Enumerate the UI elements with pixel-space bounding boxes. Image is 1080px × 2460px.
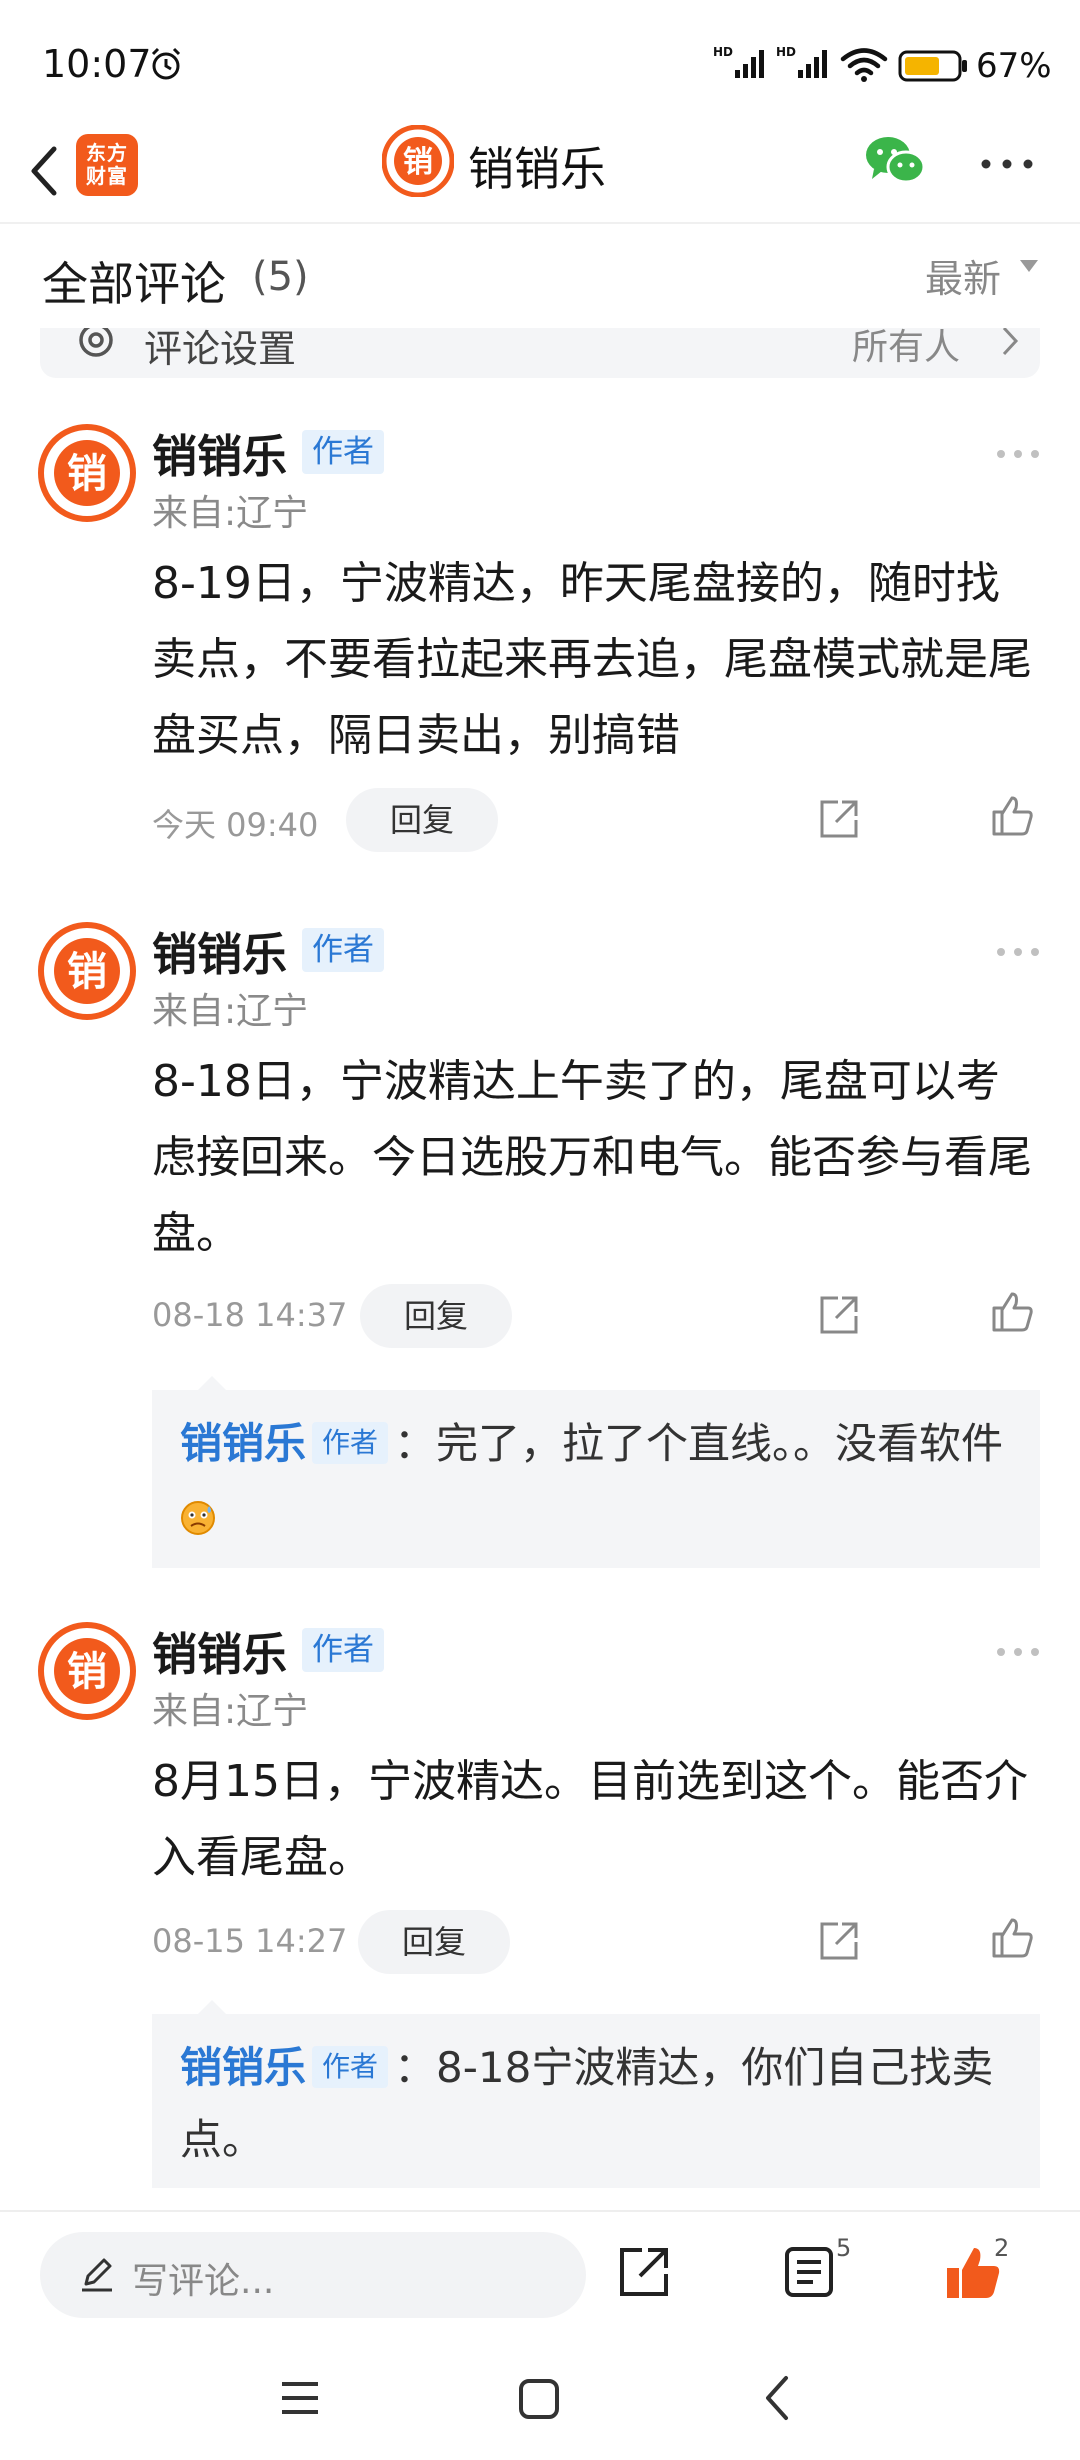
- emoji-sweat-icon: [180, 1486, 216, 1558]
- author-badge: 作者: [312, 1422, 389, 1464]
- signal-hd-icon: HD: [776, 44, 832, 84]
- brand-logo[interactable]: 东方财富: [76, 134, 138, 196]
- brand-logo-text: 东方财富: [86, 141, 128, 188]
- author-badge: 作者: [302, 1628, 384, 1672]
- more-icon[interactable]: [996, 942, 1040, 961]
- reply-author[interactable]: 销销乐: [180, 2043, 306, 2092]
- back-icon[interactable]: [20, 133, 70, 213]
- reply-pointer: [198, 1376, 226, 1390]
- comment-time: 08-15 14:27: [152, 1922, 348, 1960]
- commenter-location: 来自:辽宁: [152, 1691, 309, 1732]
- like-icon[interactable]: [990, 794, 1034, 842]
- commenter-name[interactable]: 销销乐: [152, 918, 287, 983]
- commenter-avatar[interactable]: 销: [38, 424, 136, 522]
- comment-text: 8月15日，宁波精达。目前选到这个。能否介入看尾盘。: [152, 1756, 1028, 1883]
- share-icon[interactable]: [818, 1294, 860, 1340]
- author-badge: 作者: [312, 2046, 389, 2088]
- comment-text: 8-18日，宁波精达上午卖了的，尾盘可以考虑接回来。今日选股万和电气。能否参与看…: [152, 1056, 1032, 1259]
- like-icon[interactable]: [990, 1916, 1034, 1964]
- status-time: 10:07: [42, 42, 152, 86]
- chevron-right-icon: [1000, 328, 1020, 362]
- reply-item[interactable]: 销销乐 作者 ：8-18宁波精达，你们自己找卖点。: [152, 2000, 1040, 2188]
- commenter-avatar[interactable]: 销: [38, 922, 136, 1020]
- reply-button[interactable]: 回复: [358, 1910, 511, 1974]
- svg-text:HD: HD: [713, 45, 733, 59]
- commenter-name[interactable]: 销销乐: [152, 420, 287, 485]
- like-count: 2: [994, 2234, 1010, 2262]
- more-icon[interactable]: [996, 444, 1040, 463]
- wifi-icon: [840, 48, 888, 86]
- svg-text:销: 销: [67, 451, 107, 497]
- write-comment-placeholder: 写评论...: [132, 2261, 275, 2302]
- wechat-icon[interactable]: [864, 135, 926, 191]
- battery-icon: [898, 50, 968, 86]
- svg-text:销: 销: [67, 949, 107, 995]
- signal-hd-icon: HD: [713, 44, 769, 84]
- comment-settings-bar[interactable]: 评论设置 所有人: [40, 328, 1040, 378]
- reply-content: 销销乐 作者 ：8-18宁波精达，你们自己找卖点。: [180, 2032, 1022, 2176]
- svg-text:销: 销: [403, 145, 433, 180]
- like-icon[interactable]: [990, 1290, 1034, 1338]
- comments-title: 全部评论: [42, 257, 226, 311]
- alarm-icon: [148, 46, 184, 82]
- battery-percentage: 67%: [976, 46, 1052, 86]
- reply-author[interactable]: 销销乐: [180, 1419, 306, 1468]
- page-title: 销销乐: [468, 142, 606, 196]
- write-comment-input[interactable]: 写评论...: [40, 2232, 586, 2318]
- comments-list-count: 5: [836, 2234, 852, 2262]
- share-icon[interactable]: [818, 1920, 860, 1966]
- commenter-avatar[interactable]: 销: [38, 1622, 136, 1720]
- more-icon[interactable]: [996, 1642, 1040, 1661]
- comment-time: 08-18 14:37: [152, 1296, 348, 1334]
- more-icon[interactable]: [980, 155, 1034, 174]
- comment-settings-value: 所有人: [852, 328, 961, 368]
- reply-pointer: [198, 2000, 226, 2014]
- comments-count: (5): [252, 254, 309, 300]
- share-icon[interactable]: [618, 2246, 670, 2302]
- system-back-icon[interactable]: [762, 2374, 792, 2426]
- share-icon[interactable]: [818, 798, 860, 844]
- caret-down-icon[interactable]: [1020, 260, 1038, 272]
- svg-text:HD: HD: [776, 45, 796, 59]
- reply-content: 销销乐 作者 ：完了，拉了个直线。。没看软件: [180, 1408, 1022, 1558]
- pencil-icon: [78, 2254, 118, 2298]
- commenter-location: 来自:辽宁: [152, 991, 309, 1032]
- author-avatar[interactable]: 销: [381, 124, 455, 198]
- bottom-divider: [0, 2210, 1080, 2212]
- reply-button[interactable]: 回复: [360, 1284, 513, 1348]
- comment-time: 今天 09:40: [152, 806, 319, 844]
- reply-button[interactable]: 回复: [346, 788, 499, 852]
- reply-item[interactable]: 销销乐 作者 ：完了，拉了个直线。。没看软件: [152, 1376, 1040, 1568]
- commenter-name[interactable]: 销销乐: [152, 1618, 287, 1683]
- commenter-location: 来自:辽宁: [152, 493, 309, 534]
- svg-text:销: 销: [67, 1649, 107, 1695]
- status-bar: 10:07 HD HD 67%: [0, 0, 1080, 125]
- author-badge: 作者: [302, 928, 384, 972]
- author-badge: 作者: [302, 430, 384, 474]
- reply-text: ：完了，拉了个直线。。没看软件: [394, 1419, 1004, 1468]
- top-nav-bar: 东方财富 销 销销乐: [0, 124, 1080, 225]
- comments-list-icon[interactable]: [784, 2246, 834, 2302]
- comment-text: 8-19日，宁波精达，昨天尾盘接的，随时找卖点，不要看拉起来再去追，尾盘模式就是…: [152, 558, 1032, 761]
- home-icon[interactable]: [518, 2378, 560, 2424]
- header-divider: [0, 222, 1080, 224]
- comment-settings-label: 评论设置: [144, 328, 297, 371]
- gear-icon: [74, 328, 118, 366]
- menu-icon[interactable]: [280, 2380, 320, 2420]
- sort-dropdown[interactable]: 最新: [925, 248, 1001, 303]
